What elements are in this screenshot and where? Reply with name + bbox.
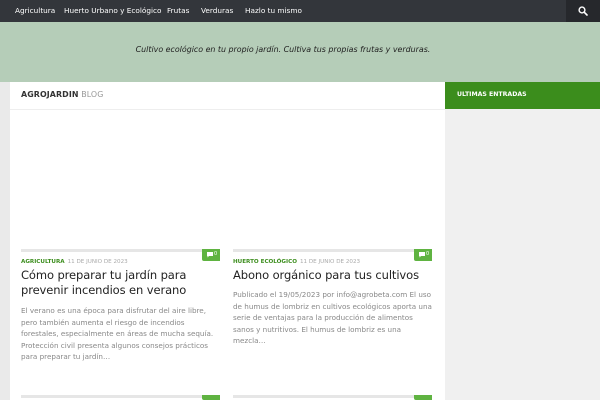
post-excerpt: Publicado el 19/05/2023 por info@agrobet… xyxy=(233,290,432,346)
nav-item-huerto-urbano[interactable]: Huerto Urbano y Ecológico xyxy=(64,6,161,16)
post-category-link[interactable]: Agricultura xyxy=(21,259,65,265)
nav-item-agricultura[interactable]: Agricultura xyxy=(15,6,55,16)
search-icon xyxy=(578,6,588,16)
post-title-link[interactable]: Cómo preparar tu jardín para prevenir in… xyxy=(21,268,220,298)
comment-count: 0 xyxy=(426,251,430,257)
top-navigation: Agricultura Huerto Urbano y Ecológico Fr… xyxy=(0,0,600,22)
post-excerpt: El verano es una época para disfrutar de… xyxy=(21,306,214,362)
page-title: Agrojardin Blog xyxy=(21,90,103,99)
main-heading-bar: Agrojardin Blog xyxy=(10,82,445,110)
comment-count: 0 xyxy=(214,251,218,257)
sidebar: Ultimas entradas xyxy=(445,82,600,400)
page-title-light: Blog xyxy=(81,90,104,99)
main-content: Agrojardin Blog 0 Agricultura 11 de junio… xyxy=(10,82,445,400)
search-button[interactable] xyxy=(566,0,600,22)
comment-count-badge[interactable]: 0 xyxy=(414,249,432,261)
post-category-link[interactable]: Huerto ecológico xyxy=(233,259,297,265)
post-date: 11 de junio de 2023 xyxy=(299,259,361,265)
post-title-link[interactable]: Abono orgánico para tus cultivos xyxy=(233,268,432,283)
post-divider xyxy=(21,395,220,398)
comment-count-badge[interactable] xyxy=(414,395,432,400)
sidebar-title: Ultimas entradas xyxy=(457,91,527,98)
nav-item-verduras[interactable]: Verduras xyxy=(201,6,233,16)
site-tagline: Cultivo ecológico en tu propio jardín. C… xyxy=(135,45,431,54)
site-header: Cultivo ecológico en tu propio jardín. C… xyxy=(0,22,600,82)
comment-count-badge[interactable] xyxy=(202,395,220,400)
post-divider xyxy=(21,249,220,252)
post-meta: Huerto ecológico 11 de junio de 2023 xyxy=(233,258,360,266)
comment-icon xyxy=(419,252,425,258)
comment-icon xyxy=(207,252,213,258)
post-divider xyxy=(233,395,432,398)
comment-count-badge[interactable]: 0 xyxy=(202,249,220,261)
nav-item-hazlo-tu-mismo[interactable]: Hazlo tu mismo xyxy=(245,6,302,16)
post-meta: Agricultura 11 de junio de 2023 xyxy=(21,258,128,266)
page-title-strong: Agrojardin xyxy=(21,90,79,99)
post-date: 11 de junio de 2023 xyxy=(67,259,128,265)
nav-item-frutas[interactable]: Frutas xyxy=(167,6,189,16)
post-divider xyxy=(233,249,432,252)
sidebar-heading-bar: Ultimas entradas xyxy=(445,82,600,109)
